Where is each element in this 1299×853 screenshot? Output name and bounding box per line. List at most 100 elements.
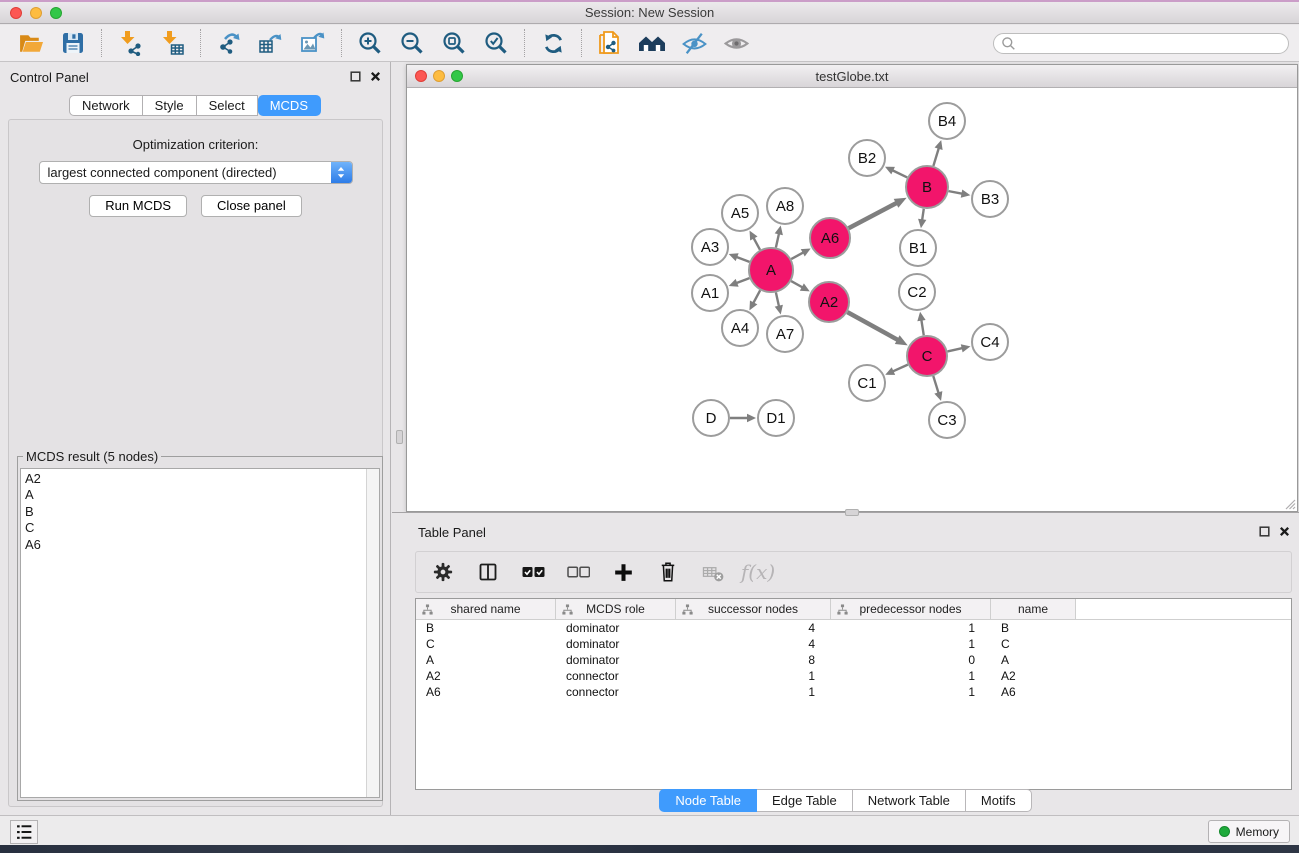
network-close-button[interactable] [415, 70, 427, 82]
column-header-name[interactable]: name [991, 599, 1076, 619]
table-cell-predecessor-nodes: 1 [831, 637, 991, 651]
mcds-result-title: MCDS result (5 nodes) [23, 449, 161, 464]
float-panel-icon[interactable] [350, 71, 361, 82]
graph-edge-C-C1[interactable] [892, 365, 908, 372]
tab-mcds[interactable]: MCDS [258, 95, 321, 116]
export-image-button[interactable] [292, 27, 334, 59]
graph-edge-C-C3[interactable] [933, 376, 939, 394]
minimize-window-button[interactable] [30, 7, 42, 19]
close-panel-icon[interactable] [1279, 526, 1290, 537]
table-options-button[interactable] [429, 557, 457, 587]
close-window-button[interactable] [10, 7, 22, 19]
maximize-window-button[interactable] [50, 7, 62, 19]
select-all-columns-button[interactable] [519, 557, 547, 587]
graph-edge-C-C4[interactable] [947, 348, 963, 352]
tab-select[interactable]: Select [197, 95, 258, 116]
column-header-mcds-role[interactable]: MCDS role [556, 599, 676, 619]
graph-edge-A-A5[interactable] [753, 237, 760, 250]
tab-node-table[interactable]: Node Table [659, 789, 757, 812]
unselect-all-columns-button[interactable] [564, 557, 592, 587]
close-panel-icon[interactable] [370, 71, 381, 82]
graph-edge-A-A7[interactable] [776, 292, 779, 307]
table-row[interactable]: Cdominator41C [416, 636, 1291, 652]
table-body: Bdominator41BCdominator41CAdominator80AA… [416, 620, 1291, 700]
table-row[interactable]: A6connector11A6 [416, 684, 1291, 700]
graph-node-label-B3: B3 [981, 191, 999, 208]
tab-edge-table[interactable]: Edge Table [757, 789, 853, 812]
graph-edge-A-A4[interactable] [753, 290, 760, 304]
new-network-from-selection-button[interactable] [589, 27, 631, 59]
graph-edge-A-A6[interactable] [791, 252, 804, 259]
graph-node-label-A8: A8 [776, 198, 794, 215]
table-row[interactable]: Bdominator41B [416, 620, 1291, 636]
mcds-result-list[interactable]: A2ABCA6 [20, 468, 380, 798]
tab-style[interactable]: Style [143, 95, 197, 116]
network-maximize-button[interactable] [451, 70, 463, 82]
import-table-button[interactable] [151, 27, 193, 59]
tab-network[interactable]: Network [69, 95, 143, 116]
divider-grip[interactable] [845, 509, 859, 516]
memory-status-button[interactable]: Memory [1208, 820, 1290, 843]
mcds-result-item[interactable]: B [25, 504, 379, 520]
mcds-result-item[interactable]: A2 [25, 471, 379, 487]
mcds-result-item[interactable]: A6 [25, 537, 379, 553]
graph-edge-A-A3[interactable] [735, 257, 749, 262]
zoom-out-button[interactable] [391, 27, 433, 59]
cybrowser-home-button[interactable] [631, 27, 673, 59]
network-canvas[interactable]: B4B2BB3A8A5A6A3B1AA1C2A2A4A7C4CC1C3DD1 [407, 89, 1297, 511]
graph-edge-B-B3[interactable] [949, 191, 964, 194]
search-input[interactable] [1016, 36, 1288, 50]
network-minimize-button[interactable] [433, 70, 445, 82]
graph-edge-A-A2[interactable] [791, 281, 803, 288]
open-session-button[interactable] [10, 27, 52, 59]
function-builder-button[interactable]: f(x) [744, 557, 772, 587]
table-cell-mcds-role: connector [556, 685, 676, 699]
delete-column-button[interactable] [654, 557, 682, 587]
window-controls [10, 7, 62, 19]
horizontal-divider[interactable] [392, 512, 1299, 519]
tab-network-table[interactable]: Network Table [853, 789, 966, 812]
column-header-successor-nodes[interactable]: successor nodes [676, 599, 831, 619]
delete-table-icon [702, 561, 725, 583]
import-network-button[interactable] [109, 27, 151, 59]
export-table-button[interactable] [250, 27, 292, 59]
table-row[interactable]: Adominator80A [416, 652, 1291, 668]
close-panel-button[interactable]: Close panel [201, 195, 302, 217]
column-header-shared-name[interactable]: shared name [416, 599, 556, 619]
mcds-result-item[interactable]: A [25, 487, 379, 503]
create-column-button[interactable] [609, 557, 637, 587]
zoom-selected-button[interactable] [475, 27, 517, 59]
run-mcds-button[interactable]: Run MCDS [89, 195, 187, 217]
zoom-fit-button[interactable] [433, 27, 475, 59]
delete-table-button[interactable] [699, 557, 727, 587]
tab-motifs[interactable]: Motifs [966, 789, 1032, 812]
hide-graphics-details-button[interactable] [673, 27, 715, 59]
mcds-result-item[interactable]: C [25, 520, 379, 536]
export-image-icon [300, 30, 326, 56]
export-network-button[interactable] [208, 27, 250, 59]
graph-edge-B-B2[interactable] [891, 170, 907, 178]
show-column-button[interactable] [474, 557, 502, 587]
graph-edge-A6-B[interactable] [849, 202, 898, 228]
save-session-button[interactable] [52, 27, 94, 59]
split-pane-grip[interactable] [396, 430, 403, 444]
optimization-criterion-select[interactable]: largest connected component (directed) [39, 161, 353, 184]
graph-edge-A-A1[interactable] [735, 278, 749, 283]
network-window-titlebar[interactable]: testGlobe.txt [407, 65, 1297, 88]
graph-edge-A2-C[interactable] [847, 312, 899, 340]
graph-edge-C-C2[interactable] [921, 319, 924, 336]
resize-grip-icon[interactable] [1283, 497, 1296, 510]
task-history-button[interactable] [10, 820, 38, 844]
column-header-predecessor-nodes[interactable]: predecessor nodes [831, 599, 991, 619]
toolbar-search-field[interactable] [993, 33, 1289, 54]
control-panel-window-buttons [350, 71, 381, 82]
mcds-result-scrollbar[interactable] [366, 469, 379, 797]
float-panel-icon[interactable] [1259, 526, 1270, 537]
gear-icon [432, 561, 454, 583]
graph-edge-B-B4[interactable] [933, 147, 939, 166]
show-graphics-details-button[interactable] [715, 27, 757, 59]
table-row[interactable]: A2connector11A2 [416, 668, 1291, 684]
zoom-in-button[interactable] [349, 27, 391, 59]
graph-edge-A-A8[interactable] [776, 232, 779, 247]
refresh-button[interactable] [532, 27, 574, 59]
